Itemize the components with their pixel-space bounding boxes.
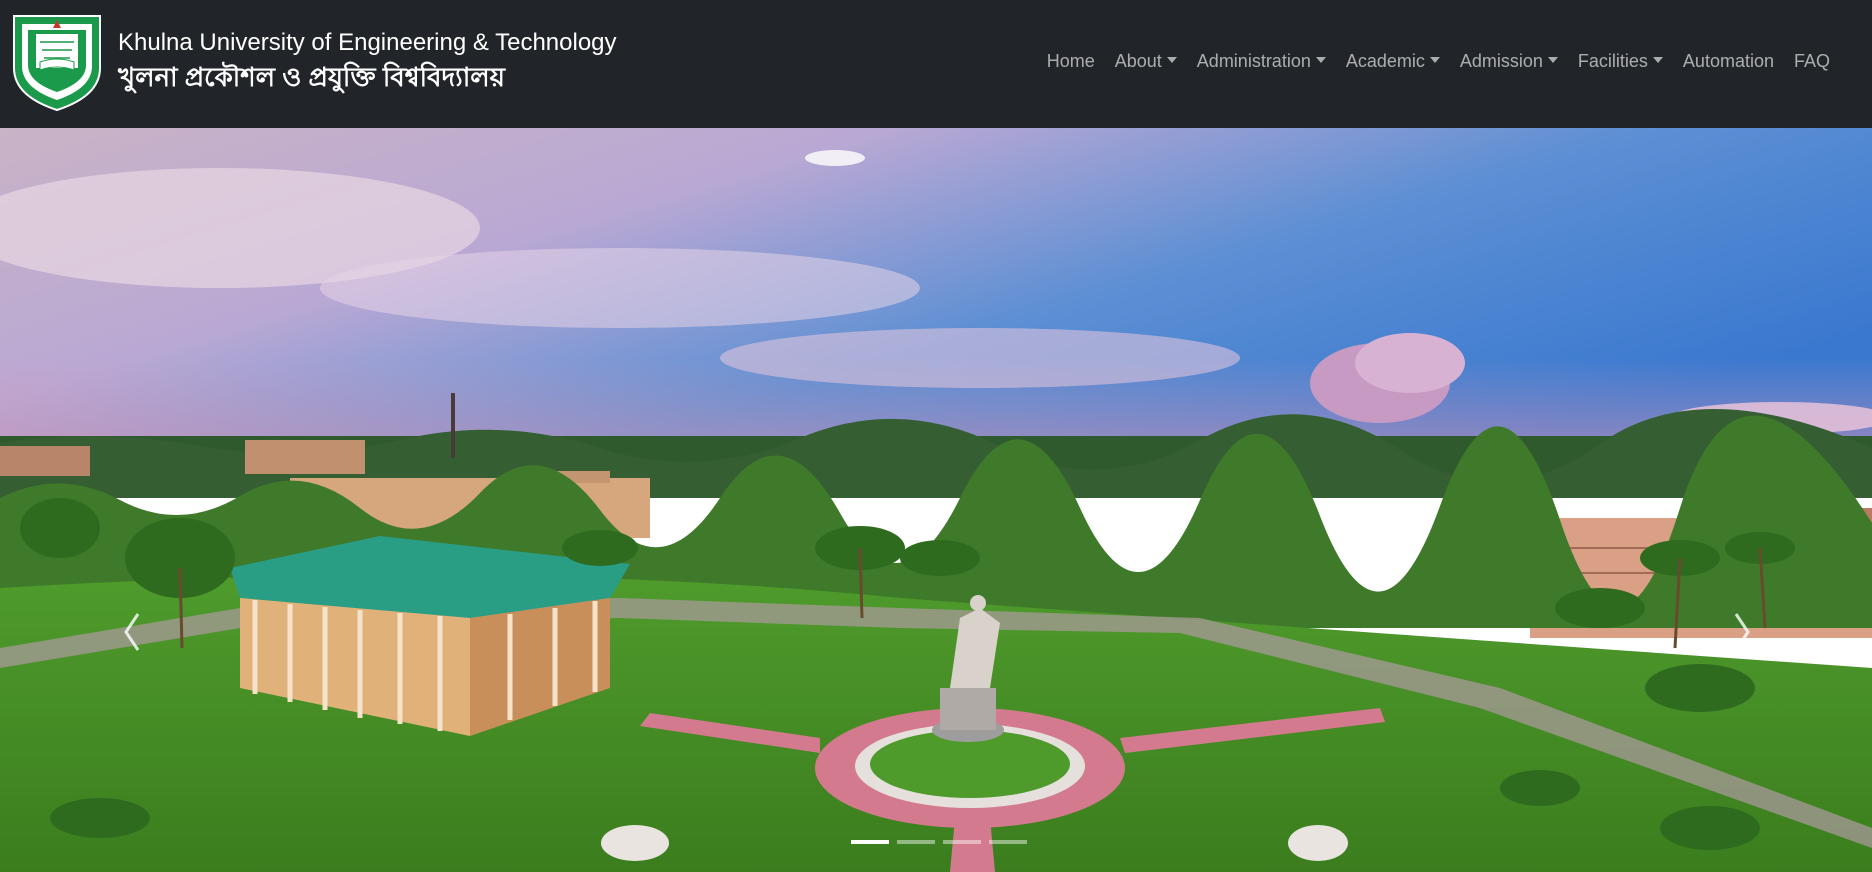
nav-item-home[interactable]: Home bbox=[1037, 43, 1105, 80]
caret-down-icon bbox=[1652, 57, 1663, 63]
university-logo bbox=[13, 15, 101, 112]
nav-label: About bbox=[1114, 50, 1162, 71]
brand-name-bengali: খুলনা প্রকৌশল ও প্রযুক্তি বিশ্ববিদ্যালয় bbox=[118, 62, 505, 92]
brand-link[interactable]: Khulna University of Engineering & Techn… bbox=[6, 10, 617, 112]
carousel-indicator-1[interactable] bbox=[851, 840, 889, 844]
carousel-indicator-3[interactable] bbox=[943, 840, 981, 844]
chevron-left-icon bbox=[124, 613, 140, 651]
nav-label: Facilities bbox=[1577, 50, 1648, 71]
nav-item-facilities[interactable]: Facilities bbox=[1568, 43, 1673, 80]
nav-label: Admission bbox=[1459, 50, 1543, 71]
carousel-indicator-2[interactable] bbox=[897, 840, 935, 844]
carousel-indicator-4[interactable] bbox=[989, 840, 1027, 844]
nav-item-automation[interactable]: Automation bbox=[1673, 43, 1784, 80]
nav-label: Automation bbox=[1682, 50, 1774, 71]
campus-aerial-image bbox=[0, 128, 1872, 872]
top-navbar: Khulna University of Engineering & Techn… bbox=[0, 0, 1872, 128]
nav-label: Home bbox=[1046, 50, 1095, 71]
brand-name-english: Khulna University of Engineering & Techn… bbox=[118, 29, 617, 56]
main-nav: Home About Administration Academic Admis… bbox=[1037, 0, 1840, 122]
caret-down-icon bbox=[1315, 57, 1326, 63]
carousel-prev-button[interactable] bbox=[118, 608, 148, 656]
hero-carousel bbox=[0, 128, 1872, 872]
nav-item-faq[interactable]: FAQ bbox=[1784, 43, 1840, 80]
caret-down-icon bbox=[1547, 57, 1558, 63]
nav-label: Administration bbox=[1196, 50, 1311, 71]
nav-item-academic[interactable]: Academic bbox=[1336, 43, 1450, 80]
nav-label: Academic bbox=[1345, 50, 1425, 71]
chevron-right-icon bbox=[1734, 613, 1750, 651]
caret-down-icon bbox=[1166, 57, 1177, 63]
caret-down-icon bbox=[1429, 57, 1440, 63]
nav-item-admission[interactable]: Admission bbox=[1450, 43, 1568, 80]
carousel-indicators bbox=[851, 840, 1027, 844]
carousel-next-button[interactable] bbox=[1726, 608, 1756, 656]
nav-item-about[interactable]: About bbox=[1105, 43, 1187, 80]
nav-label: FAQ bbox=[1793, 50, 1830, 71]
nav-item-administration[interactable]: Administration bbox=[1187, 43, 1336, 80]
